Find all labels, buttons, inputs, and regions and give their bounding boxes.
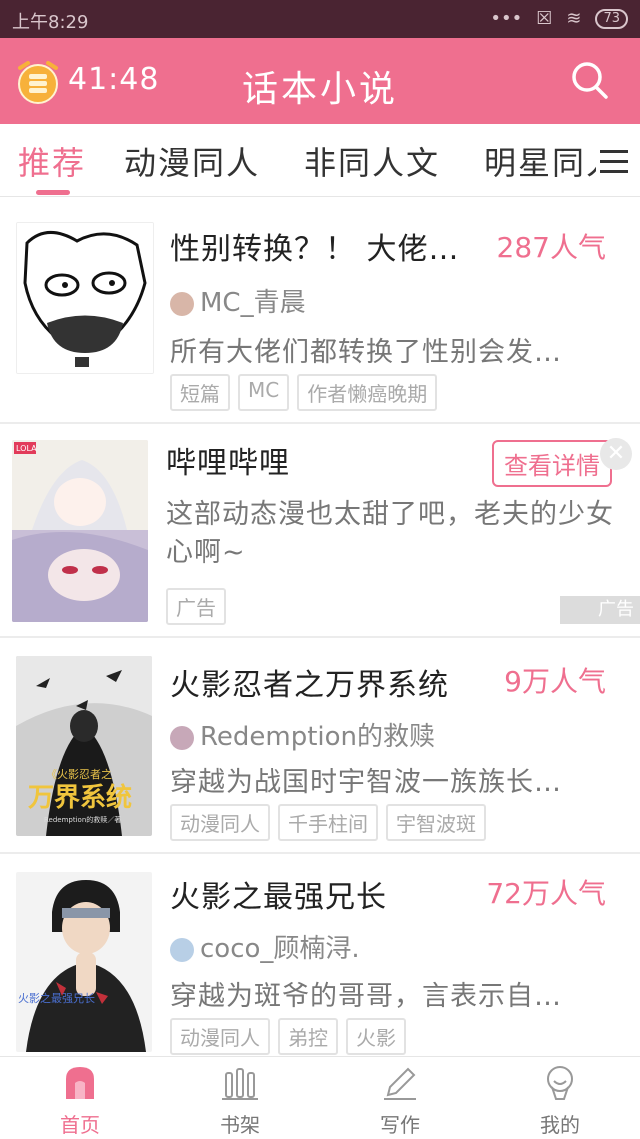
ad-cover-badge: LOLA: [16, 444, 37, 453]
author-line[interactable]: coco_顾楠浔.: [170, 928, 360, 965]
nav-profile[interactable]: 我的: [510, 1065, 610, 1138]
status-time: 上午8:29: [12, 12, 89, 33]
battery-icon: 73: [595, 8, 628, 29]
tag-list: 动漫同人 弟控 火影: [170, 1018, 406, 1055]
author-avatar: [170, 291, 194, 316]
tag[interactable]: 动漫同人: [170, 804, 270, 841]
ad-card[interactable]: LOLA 哔哩哔哩 查看详情 ✕ 这部动态漫也太甜了吧，老夫的少女心啊~ 广告 …: [0, 424, 640, 636]
ad-corner-label: 广告: [560, 596, 640, 624]
book-card[interactable]: 火影之最强兄长 火影之最强兄长 72万人气 coco_顾楠浔. 穿越为斑爷的哥哥…: [0, 854, 640, 1055]
author-avatar: [170, 937, 194, 962]
popularity-count: 9万人气: [504, 665, 606, 698]
tag-list: 动漫同人 千手柱间 宇智波斑: [170, 804, 486, 841]
tag[interactable]: 作者懒癌晚期: [297, 374, 438, 411]
popularity-count: 287人气: [496, 231, 606, 264]
popularity-count: 72万人气: [486, 877, 606, 910]
book-title[interactable]: 性别转换？！ 大佬…: [170, 224, 470, 268]
book-description: 穿越为战国时宇智波一族族长…: [170, 767, 562, 798]
tag[interactable]: MC: [238, 374, 290, 411]
book-cover[interactable]: 《火影忍者之 万界系统 Redemption的救赎／著: [16, 656, 152, 836]
cover-text: 《火影忍者之: [46, 767, 112, 781]
view-details-button[interactable]: 查看详情: [492, 440, 612, 487]
nav-bookshelf[interactable]: 书架: [190, 1065, 290, 1138]
status-bar: 上午8:29 ••• ☒ ≋ 73: [0, 0, 640, 38]
ad-cover-image[interactable]: LOLA: [12, 440, 148, 622]
app-title: 话本小说: [241, 69, 398, 110]
nav-home[interactable]: 首页: [30, 1065, 130, 1138]
home-icon: [62, 1065, 98, 1101]
tab-original[interactable]: 非同人文: [304, 138, 440, 184]
menu-icon[interactable]: [600, 150, 628, 174]
author-name: Redemption的救赎: [200, 722, 436, 752]
author-avatar: [170, 725, 194, 750]
category-tabs: 推荐 动漫同人 非同人文 明星同人: [0, 124, 640, 197]
cover-text: Redemption的救赎／著: [44, 815, 121, 824]
more-dots-icon: •••: [490, 8, 523, 29]
book-cover[interactable]: [16, 222, 154, 374]
book-cover[interactable]: 火影之最强兄长: [16, 872, 152, 1052]
active-tab-indicator: [36, 190, 70, 195]
author-name: coco_顾楠浔.: [200, 934, 360, 964]
ad-description: 这部动态漫也太甜了吧，老夫的少女心啊~: [166, 499, 614, 568]
tag[interactable]: 火影: [346, 1018, 406, 1055]
search-icon[interactable]: [570, 60, 610, 100]
book-title[interactable]: 火影之最强兄长: [170, 872, 387, 916]
tag[interactable]: 弟控: [278, 1018, 338, 1055]
profile-icon: [542, 1065, 578, 1101]
close-icon[interactable]: ✕: [600, 438, 632, 470]
tag[interactable]: 千手柱间: [278, 804, 378, 841]
book-title[interactable]: 火影忍者之万界系统: [170, 660, 449, 704]
app-header: 41:48 话本小说: [0, 38, 640, 124]
author-line[interactable]: Redemption的救赎: [170, 716, 435, 753]
book-card[interactable]: 《火影忍者之 万界系统 Redemption的救赎／著 火影忍者之万界系统 9万…: [0, 638, 640, 852]
pencil-icon: [382, 1065, 418, 1101]
nav-label: 首页: [60, 1113, 100, 1137]
ad-title[interactable]: 哔哩哔哩: [166, 438, 290, 482]
wifi-icon: ≋: [566, 8, 582, 29]
cover-text: 万界系统: [28, 782, 132, 813]
book-description: 穿越为斑爷的哥哥，言表示自…: [170, 981, 562, 1012]
tag[interactable]: 宇智波斑: [386, 804, 486, 841]
nav-write[interactable]: 写作: [350, 1065, 450, 1138]
tag-list: 短篇 MC 作者懒癌晚期: [170, 374, 438, 411]
author-name: MC_青晨: [200, 288, 306, 318]
bookshelf-icon: [222, 1065, 258, 1101]
tag[interactable]: 短篇: [170, 374, 230, 411]
nav-label: 书架: [220, 1113, 260, 1137]
bottom-navigation: 首页 书架 写作 我的: [0, 1056, 640, 1139]
book-card[interactable]: 性别转换？！ 大佬… 287人气 MC_青晨 所有大佬们都转换了性别会发… 短篇…: [0, 198, 640, 422]
nav-label: 写作: [380, 1113, 420, 1137]
sim-icon: ☒: [536, 8, 553, 29]
tag[interactable]: 动漫同人: [170, 1018, 270, 1055]
tab-recommend[interactable]: 推荐: [18, 138, 86, 184]
ad-tag: 广告: [166, 588, 226, 625]
tab-anime-fanfic[interactable]: 动漫同人: [124, 138, 260, 184]
book-description: 所有大佬们都转换了性别会发…: [170, 337, 562, 368]
cover-text: 火影之最强兄长: [18, 991, 95, 1005]
author-line[interactable]: MC_青晨: [170, 282, 306, 319]
nav-label: 我的: [540, 1113, 580, 1137]
status-icons: ••• ☒ ≋ 73: [490, 8, 628, 29]
tab-celebrity-fanfic[interactable]: 明星同人: [484, 138, 596, 184]
